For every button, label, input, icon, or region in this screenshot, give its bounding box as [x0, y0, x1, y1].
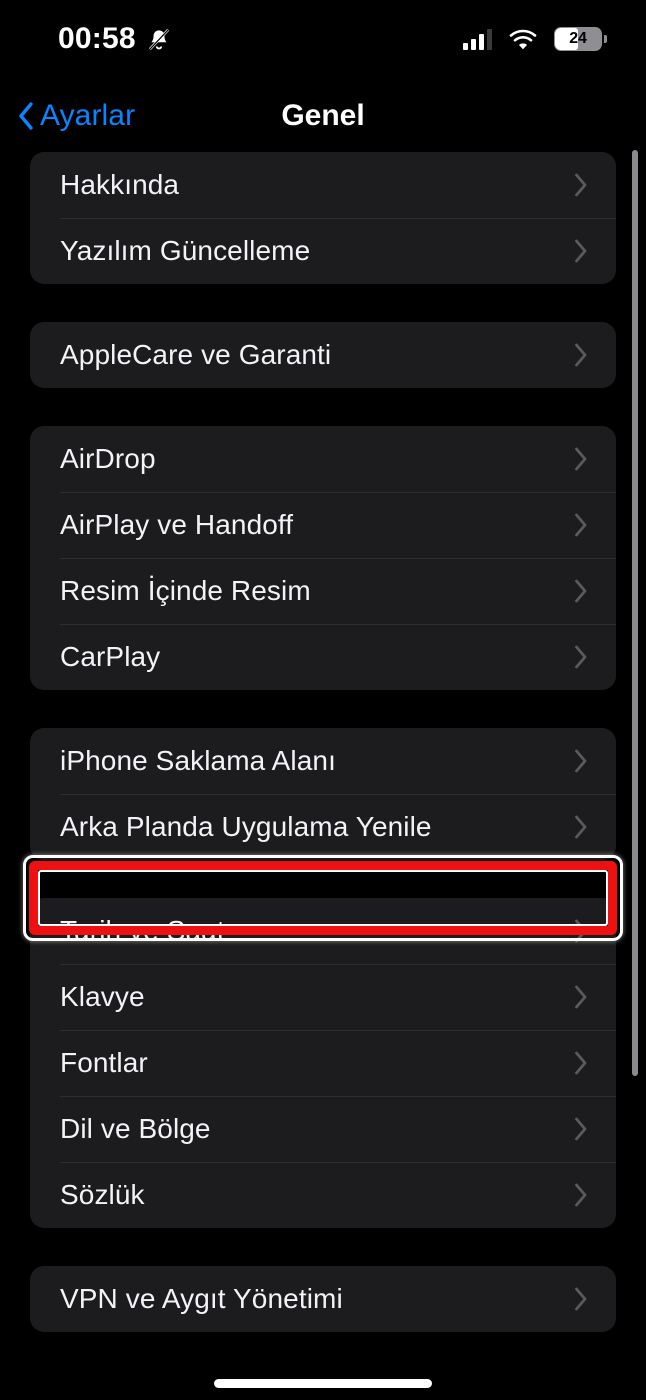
- page-title: Genel: [281, 99, 365, 132]
- settings-row-label: Hakkında: [60, 169, 180, 200]
- chevron-right-icon: [574, 815, 596, 839]
- chevron-right-icon: [574, 513, 596, 537]
- settings-row-label: AirPlay ve Handoff: [60, 509, 294, 540]
- settings-row[interactable]: Arka Planda Uygulama Yenile: [30, 794, 616, 860]
- settings-row-label: AppleCare ve Garanti: [60, 339, 332, 370]
- settings-row[interactable]: Fontlar: [30, 1030, 616, 1096]
- cellular-signal-icon: [463, 28, 492, 50]
- settings-row[interactable]: Yazılım Güncelleme: [30, 218, 616, 284]
- battery-indicator: 24: [554, 27, 607, 51]
- settings-row[interactable]: VPN ve Aygıt Yönetimi: [30, 1266, 616, 1332]
- settings-row-label: AirDrop: [60, 443, 156, 474]
- settings-row-label: Tarih ve Saat: [60, 915, 225, 946]
- status-bar-left: 00:58: [58, 22, 172, 56]
- settings-row-label: Resim İçinde Resim: [60, 575, 311, 606]
- navigation-bar: Ayarlar Genel: [0, 88, 646, 144]
- settings-group: VPN ve Aygıt Yönetimi: [30, 1266, 616, 1332]
- settings-row[interactable]: CarPlay: [30, 624, 616, 690]
- chevron-right-icon: [574, 579, 596, 603]
- chevron-right-icon: [574, 1117, 596, 1141]
- settings-row-label: Klavye: [60, 981, 145, 1012]
- wifi-icon: [508, 28, 538, 50]
- status-bar: 00:58 24: [0, 0, 646, 78]
- iphone-settings-screen: 00:58 24 Ayarlar Genel Hakkında Yazılım …: [0, 0, 646, 1400]
- chevron-right-icon: [574, 1183, 596, 1207]
- settings-row[interactable]: AirPlay ve Handoff: [30, 492, 616, 558]
- settings-row[interactable]: AppleCare ve Garanti: [30, 322, 616, 388]
- settings-row-label: Fontlar: [60, 1047, 148, 1078]
- settings-row[interactable]: Tarih ve Saat: [30, 898, 616, 964]
- bell-slash-icon: [146, 26, 172, 52]
- settings-row[interactable]: Resim İçinde Resim: [30, 558, 616, 624]
- chevron-right-icon: [574, 447, 596, 471]
- settings-list[interactable]: Hakkında Yazılım Güncelleme AppleCare ve G…: [0, 152, 646, 1400]
- settings-row-label: Yazılım Güncelleme: [60, 235, 311, 266]
- settings-row-label: Dil ve Bölge: [60, 1113, 211, 1144]
- chevron-right-icon: [574, 1287, 596, 1311]
- settings-row[interactable]: Hakkında: [30, 152, 616, 218]
- settings-row[interactable]: Klavye: [30, 964, 616, 1030]
- settings-group: Tarih ve Saat Klavye Fontlar Dil ve Bölge Sö…: [30, 898, 616, 1228]
- chevron-right-icon: [574, 343, 596, 367]
- settings-row-label: CarPlay: [60, 641, 161, 672]
- settings-row-label: Arka Planda Uygulama Yenile: [60, 811, 432, 842]
- chevron-right-icon: [574, 919, 596, 943]
- settings-row-label: Sözlük: [60, 1179, 145, 1210]
- status-bar-right: 24: [463, 27, 607, 51]
- chevron-right-icon: [574, 239, 596, 263]
- settings-group: AppleCare ve Garanti: [30, 322, 616, 388]
- settings-row[interactable]: Sözlük: [30, 1162, 616, 1228]
- settings-group: AirDrop AirPlay ve Handoff Resim İçinde Re…: [30, 426, 616, 690]
- home-indicator[interactable]: [214, 1379, 432, 1388]
- battery-percent-label: 24: [569, 30, 587, 47]
- settings-group: iPhone Saklama Alanı Arka Planda Uygulama…: [30, 728, 616, 860]
- chevron-right-icon: [574, 1051, 596, 1075]
- settings-row-label: iPhone Saklama Alanı: [60, 745, 336, 776]
- settings-row[interactable]: Dil ve Bölge: [30, 1096, 616, 1162]
- chevron-right-icon: [574, 173, 596, 197]
- status-bar-clock: 00:58: [58, 22, 136, 55]
- settings-row-label: VPN ve Aygıt Yönetimi: [60, 1283, 343, 1314]
- chevron-right-icon: [574, 985, 596, 1009]
- chevron-right-icon: [574, 645, 596, 669]
- settings-row[interactable]: iPhone Saklama Alanı: [30, 728, 616, 794]
- settings-row[interactable]: AirDrop: [30, 426, 616, 492]
- settings-group: Hakkında Yazılım Güncelleme: [30, 152, 616, 284]
- vertical-scrollbar[interactable]: [632, 150, 638, 1076]
- chevron-right-icon: [574, 749, 596, 773]
